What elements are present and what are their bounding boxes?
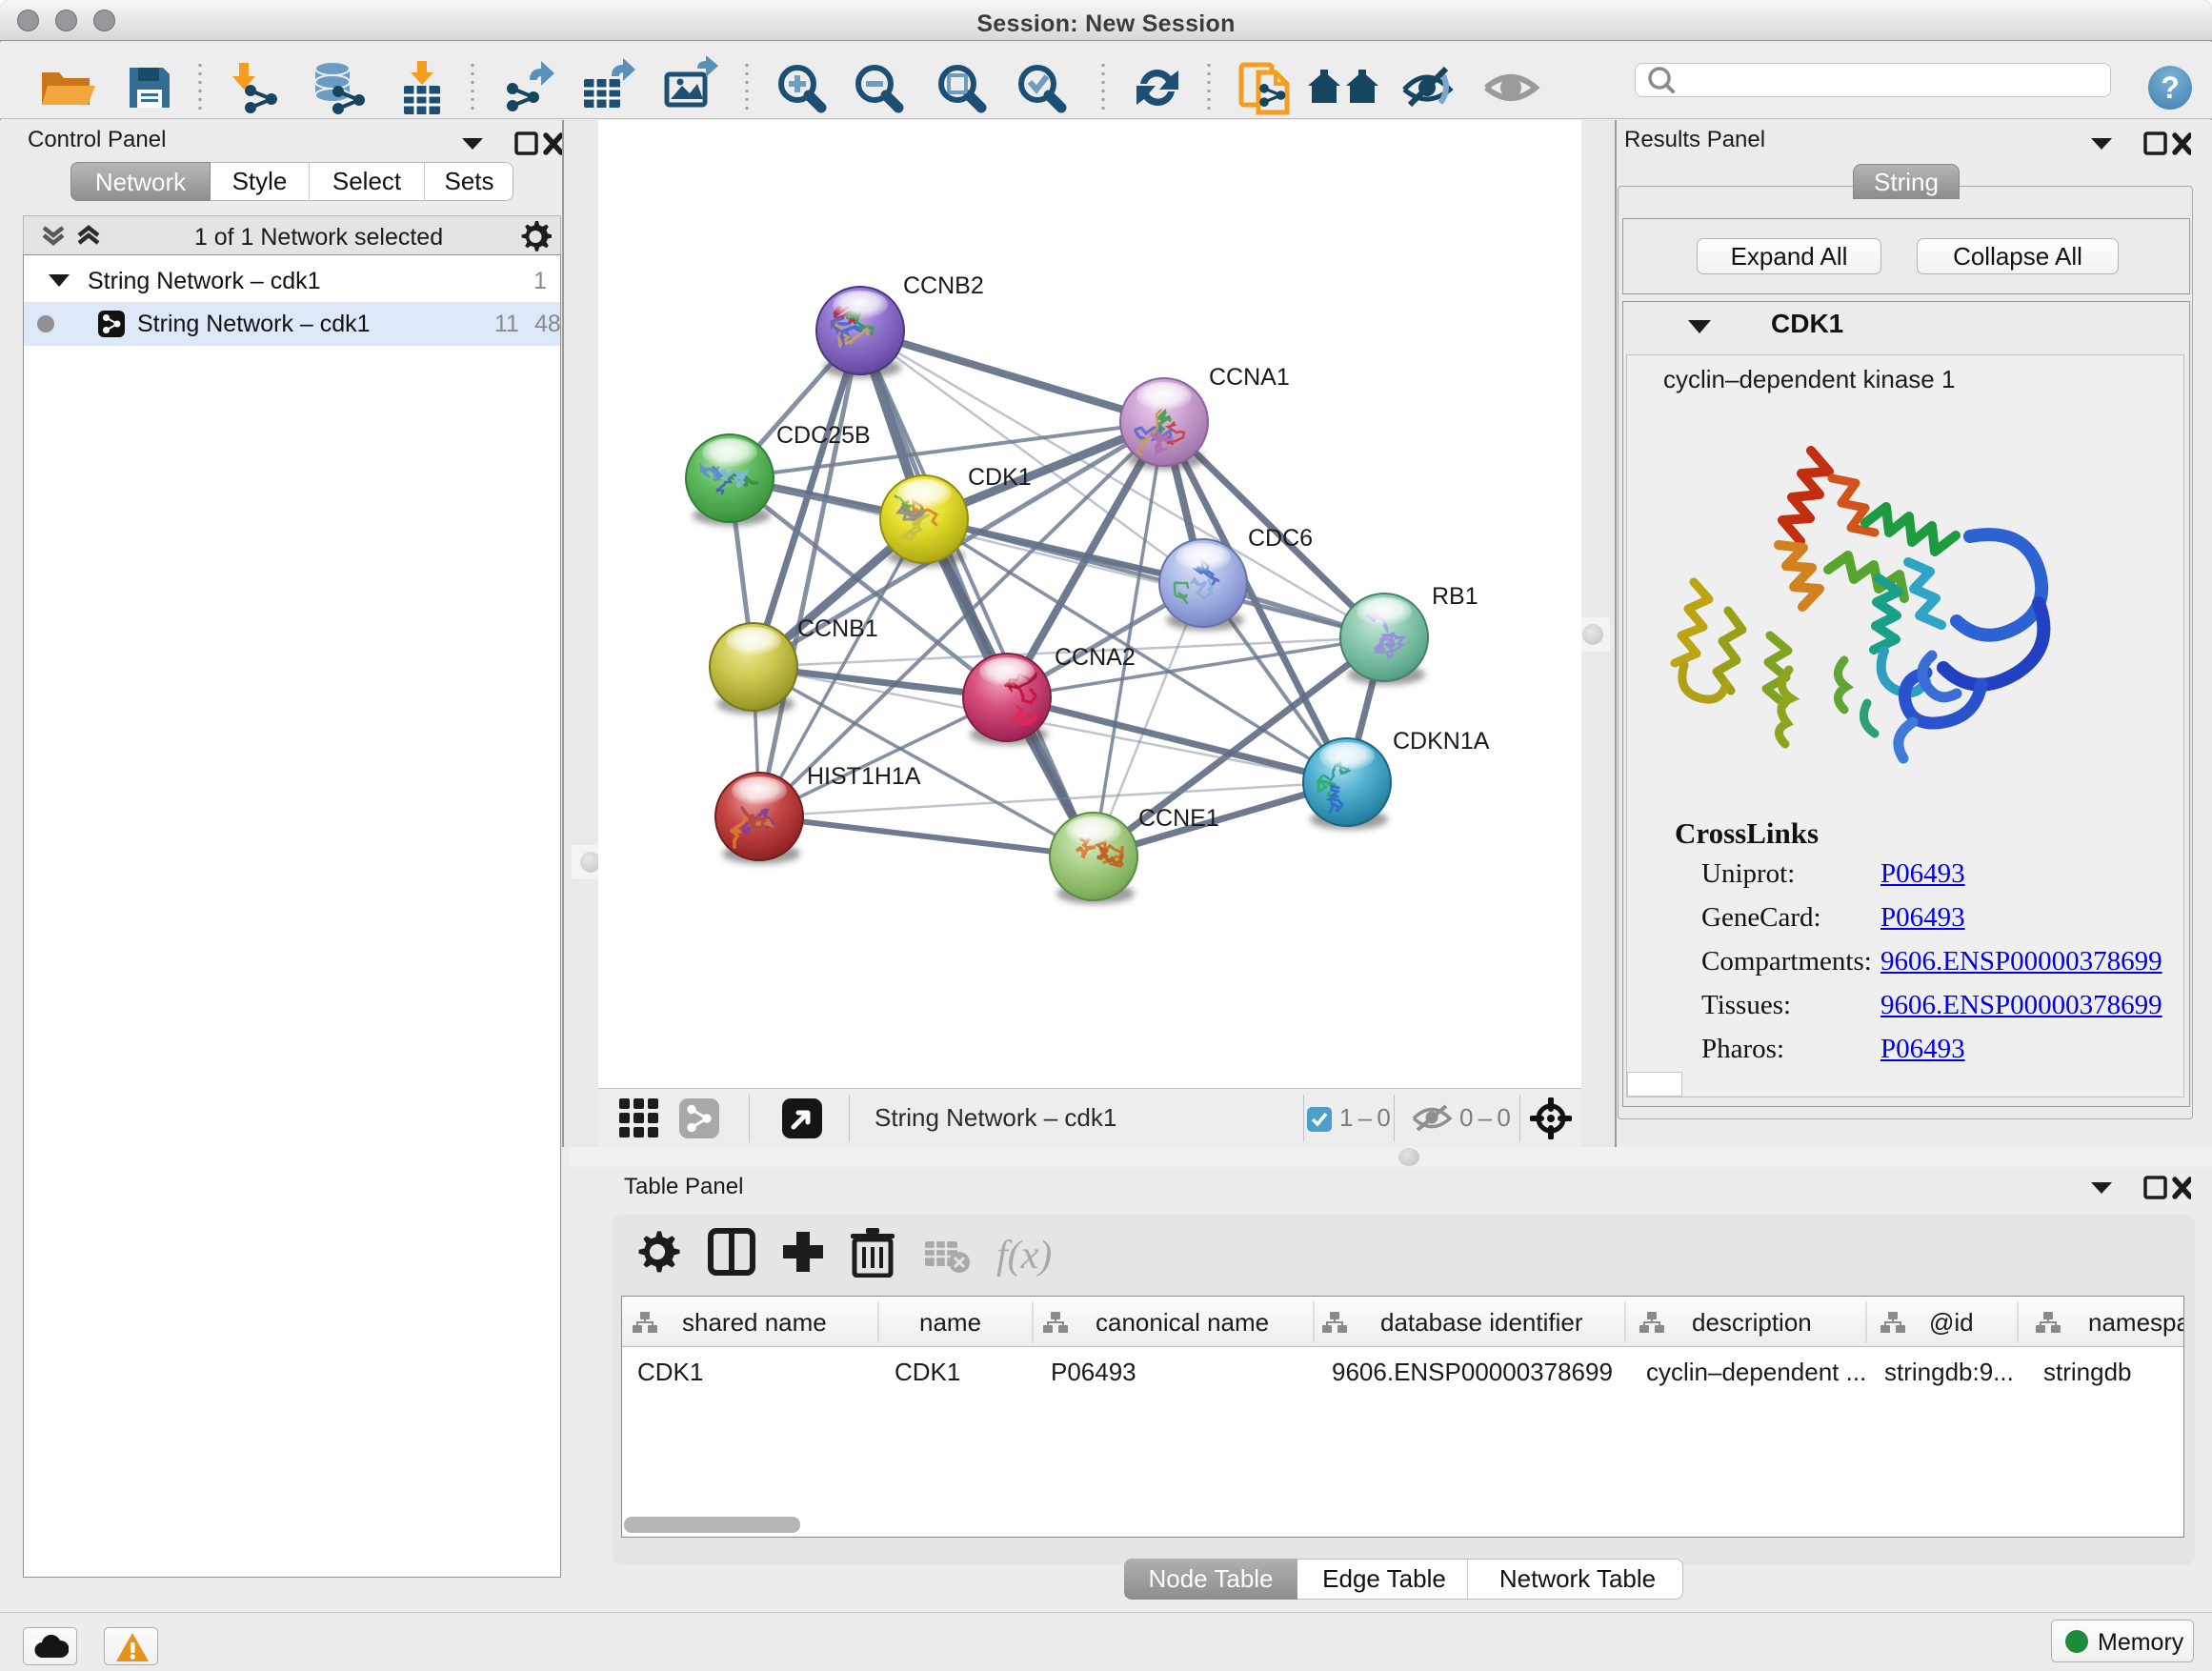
- svg-text:f(x): f(x): [996, 1234, 1052, 1278]
- svg-text:namespac: namespac: [2088, 1308, 2183, 1337]
- svg-text:database identifier: database identifier: [1380, 1308, 1583, 1337]
- svg-text:CDK1: CDK1: [968, 464, 1032, 491]
- svg-text:CCNA1: CCNA1: [1209, 364, 1290, 391]
- svg-text:name: name: [919, 1308, 981, 1337]
- svg-text:CDC6: CDC6: [1248, 525, 1313, 552]
- svg-text:CDKN1A: CDKN1A: [1393, 728, 1490, 755]
- svg-text:CDC25B: CDC25B: [776, 422, 871, 449]
- svg-text:CCNA2: CCNA2: [1055, 644, 1136, 671]
- svg-text:description: description: [1692, 1308, 1812, 1337]
- svg-text:canonical name: canonical name: [1096, 1308, 1269, 1337]
- svg-text:HIST1H1A: HIST1H1A: [807, 763, 921, 790]
- svg-text:CCNE1: CCNE1: [1138, 805, 1219, 832]
- svg-text:CCNB1: CCNB1: [797, 615, 878, 642]
- svg-text:@id: @id: [1929, 1308, 1974, 1337]
- svg-text:RB1: RB1: [1432, 583, 1478, 610]
- svg-text:shared name: shared name: [682, 1308, 827, 1337]
- svg-text:CCNB2: CCNB2: [903, 272, 984, 299]
